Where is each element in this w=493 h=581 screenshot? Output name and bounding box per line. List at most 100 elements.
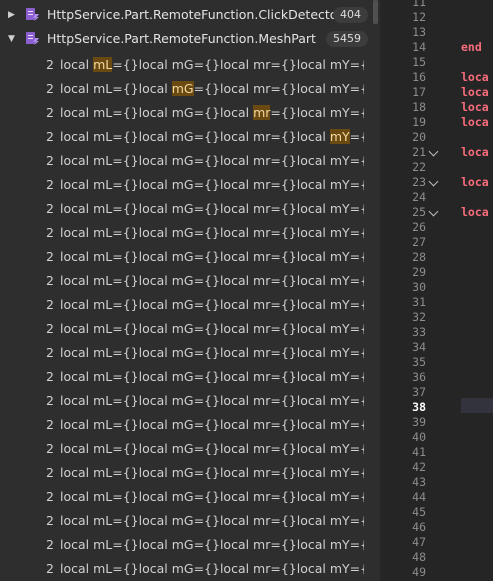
code-line: loca [461, 145, 489, 159]
fold-chevron-icon[interactable] [428, 176, 439, 187]
line-number: 47 [412, 535, 426, 549]
search-match: mG [171, 81, 194, 96]
call-count: 2 [46, 225, 54, 240]
list-item[interactable]: 2 local mL={}local mG={}local mr={}local … [0, 245, 372, 269]
line-number: 26 [412, 220, 426, 234]
list-item[interactable]: 2 local mL={}local mG={}local mr={}local … [0, 293, 372, 317]
call-preview: local mL={}local mG={}local mr={}local m… [60, 369, 364, 384]
list-item[interactable]: 2 local mL={}local mG={}local mr={}local … [0, 533, 372, 557]
call-count: 2 [46, 57, 54, 72]
call-count: 2 [46, 273, 54, 288]
line-number-gutter: 11 12 13 14 15 16 17 18 19 20 21 22 23 24 25 26 27 28 29 30… [386, 0, 439, 581]
list-item[interactable]: 2 local mL={}local mG={}local mr={}local … [0, 413, 372, 437]
line-number: 32 [412, 310, 426, 324]
call-count: 2 [46, 345, 54, 360]
line-number: 21 [412, 145, 426, 159]
list-item[interactable]: 2 local mL={}local mG={}local mr={}local … [0, 509, 372, 533]
call-count: 2 [46, 561, 54, 576]
list-item[interactable]: 2 local mL={}local mG={}local mr={}local … [0, 125, 372, 149]
list-item[interactable]: 2 local mL={}local mG={}local mr={}local … [0, 341, 372, 365]
call-preview: local mL={}local mG={}local mr={}local m… [60, 321, 364, 336]
list-item[interactable]: 2 local mL={}local mG={}local mr={}local … [0, 269, 372, 293]
list-item[interactable]: 2 local mL={}local mG={}local mr={}local … [0, 317, 372, 341]
tree-node-label: HttpService.Part.RemoteFunction.MeshPart [47, 31, 316, 46]
line-number: 42 [412, 460, 426, 474]
call-count: 2 [46, 129, 54, 144]
script-icon [25, 7, 39, 22]
code-area[interactable]: end loca loca loca loca loca loca loca [461, 0, 493, 581]
list-item[interactable]: 2 local mL={}local mG={}local mr={}local … [0, 101, 372, 125]
list-item[interactable]: 2 local mL={}local mG={}local mr={}local … [0, 53, 372, 77]
fold-chevron-icon[interactable] [428, 206, 439, 217]
tree-scrollbar[interactable] [373, 0, 378, 24]
call-preview: local mL={}local mG={}local mr={}local m… [60, 561, 364, 576]
call-count: 2 [46, 81, 54, 96]
call-count: 2 [46, 297, 54, 312]
call-preview: local mL={}local mG={}local mr={}local m… [60, 81, 364, 96]
line-number: 37 [412, 385, 426, 399]
call-preview: local mL={}local mG={}local mr={}local m… [60, 201, 364, 216]
call-count: 2 [46, 489, 54, 504]
line-number: 14 [412, 40, 426, 54]
list-item[interactable]: 2 local mL={}local mG={}local mr={}local … [0, 461, 372, 485]
call-preview: local mL={}local mG={}local mr={}local m… [60, 153, 364, 168]
chevron-right-icon[interactable]: ▶ [8, 3, 18, 27]
search-match: mY [329, 129, 350, 144]
line-number: 28 [412, 250, 426, 264]
call-preview: local mL={}local mG={}local mr={}local m… [60, 537, 364, 552]
line-number: 27 [412, 235, 426, 249]
list-item[interactable]: 2 local mL={}local mG={}local mr={}local … [0, 77, 372, 101]
list-item[interactable]: 2 local mL={}local mG={}local mr={}local … [0, 389, 372, 413]
line-number: 36 [412, 370, 426, 384]
call-count: 2 [46, 417, 54, 432]
list-item[interactable]: 2 local mL={}local mG={}local mr={}local … [0, 557, 372, 581]
line-number: 13 [412, 25, 426, 39]
call-count: 2 [46, 537, 54, 552]
call-preview: local mL={}local mG={}local mr={}local m… [60, 441, 364, 456]
call-count: 2 [46, 105, 54, 120]
line-number: 16 [412, 70, 426, 84]
call-preview: local mL={}local mG={}local mr={}local m… [60, 297, 364, 312]
fold-chevron-icon[interactable] [428, 146, 439, 157]
line-number: 15 [412, 55, 426, 69]
list-item[interactable]: 2 local mL={}local mG={}local mr={}local … [0, 485, 372, 509]
code-line: loca [461, 70, 489, 84]
line-number: 18 [412, 100, 426, 114]
list-item[interactable]: 2 local mL={}local mG={}local mr={}local … [0, 365, 372, 389]
call-preview: local mL={}local mG={}local mr={}local m… [60, 129, 364, 144]
line-number: 41 [412, 445, 426, 459]
line-number: 31 [412, 295, 426, 309]
call-count: 2 [46, 441, 54, 456]
line-number: 22 [412, 160, 426, 174]
line-number: 48 [412, 550, 426, 564]
code-editor[interactable]: 11 12 13 14 15 16 17 18 19 20 21 22 23 24 25 26 27 28 29 30… [386, 0, 493, 581]
line-number: 20 [412, 130, 426, 144]
call-count: 2 [46, 513, 54, 528]
list-item[interactable]: 2 local mL={}local mG={}local mr={}local … [0, 197, 372, 221]
tree-node[interactable]: ▶ HttpService.Part.RemoteFunction.ClickDe… [0, 3, 372, 27]
search-match: mr [253, 105, 271, 120]
line-number: 11 [412, 0, 426, 9]
list-item[interactable]: 2 local mL={}local mG={}local mr={}local … [0, 149, 372, 173]
list-item[interactable]: 2 local mL={}local mG={}local mr={}local … [0, 221, 372, 245]
line-number: 39 [412, 415, 426, 429]
tree-node[interactable]: ▼ HttpService.Part.RemoteFunction.MeshPar… [0, 27, 372, 51]
line-number: 23 [412, 175, 426, 189]
tree-node-label: HttpService.Part.RemoteFunction.ClickDet… [47, 7, 343, 22]
call-count: 2 [46, 321, 54, 336]
line-number: 17 [412, 85, 426, 99]
call-preview: local mL={}local mG={}local mr={}local m… [60, 465, 364, 480]
code-line: loca [461, 85, 489, 99]
chevron-down-icon[interactable]: ▼ [8, 27, 18, 51]
list-item[interactable]: 2 local mL={}local mG={}local mr={}local … [0, 437, 372, 461]
line-number: 46 [412, 520, 426, 534]
explorer-tree: ▶ HttpService.Part.RemoteFunction.ClickDe… [0, 0, 372, 581]
list-item[interactable]: 2 local mL={}local mG={}local mr={}local … [0, 173, 372, 197]
call-count: 2 [46, 369, 54, 384]
count-badge: 404 [333, 7, 368, 23]
call-preview: local mL={}local mG={}local mr={}local m… [60, 249, 364, 264]
call-preview: local mL={}local mG={}local mr={}local m… [60, 489, 364, 504]
code-line: end [461, 40, 482, 54]
call-preview: local mL={}local mG={}local mr={}local m… [60, 513, 364, 528]
call-preview: local mL={}local mG={}local mr={}local m… [60, 345, 364, 360]
